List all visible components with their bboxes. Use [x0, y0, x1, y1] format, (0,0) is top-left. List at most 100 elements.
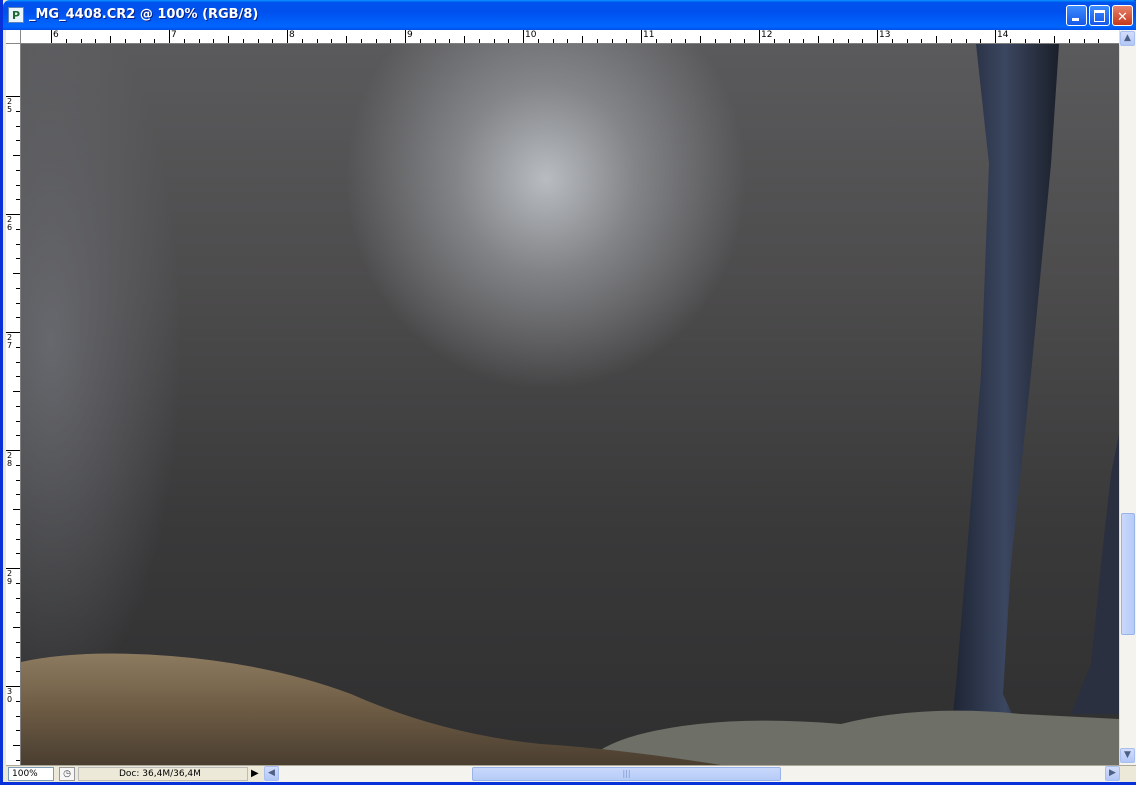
ruler-minor-tick	[1009, 39, 1011, 43]
ruler-minor-tick	[582, 36, 583, 43]
ruler-minor-tick	[729, 39, 731, 43]
ruler-minor-tick	[110, 36, 111, 43]
ruler-label: 26	[7, 215, 13, 232]
scroll-down-button[interactable]: ▼	[1120, 748, 1135, 763]
vertical-scroll-thumb[interactable]	[1121, 513, 1135, 635]
ruler-minor-tick	[16, 228, 20, 230]
ruler-label: 11	[643, 30, 655, 40]
ruler-minor-tick	[16, 641, 20, 643]
ruler-minor-tick	[16, 759, 20, 761]
ruler-minor-tick	[257, 39, 259, 43]
ruler-major-tick	[405, 30, 406, 43]
ruler-minor-tick	[1024, 39, 1026, 43]
ruler-minor-tick	[154, 39, 156, 43]
ruler-minor-tick	[13, 273, 20, 274]
image-canvas[interactable]	[21, 44, 1119, 765]
ruler-minor-tick	[16, 199, 20, 201]
ruler-minor-tick	[891, 39, 893, 43]
ruler-label: 27	[7, 333, 13, 350]
ruler-minor-tick	[980, 39, 982, 43]
title-bar[interactable]: P _MG_4408.CR2 @ 100% (RGB/8) ✕	[3, 0, 1136, 30]
ruler-label: 28	[7, 451, 13, 468]
ruler-minor-tick	[552, 39, 554, 43]
ruler-major-tick	[995, 30, 996, 43]
navigator-icon[interactable]: ◷	[59, 767, 75, 781]
close-button[interactable]: ✕	[1112, 5, 1133, 26]
ruler-minor-tick	[16, 302, 20, 304]
scroll-up-button[interactable]: ▲	[1120, 31, 1135, 46]
ruler-minor-tick	[818, 36, 819, 43]
ruler-minor-tick	[80, 39, 82, 43]
ruler-minor-tick	[16, 435, 20, 437]
ruler-minor-tick	[685, 39, 687, 43]
ruler-minor-tick	[16, 494, 20, 496]
ruler-minor-tick	[611, 39, 613, 43]
ruler-label: 12	[761, 30, 773, 40]
horizontal-scroll-thumb[interactable]: |||	[472, 767, 781, 781]
minimize-icon	[1072, 18, 1079, 21]
ruler-minor-tick	[360, 39, 362, 43]
scroll-right-button[interactable]: ▶	[1105, 766, 1120, 781]
ruler-minor-tick	[803, 39, 805, 43]
ruler-minor-tick	[950, 39, 952, 43]
ruler-minor-tick	[16, 169, 20, 171]
ruler-minor-tick	[1083, 39, 1085, 43]
ruler-minor-tick	[95, 39, 97, 43]
vertical-scrollbar[interactable]: ▲ ▼	[1119, 30, 1136, 765]
ruler-label: 25	[7, 97, 13, 114]
ruler-minor-tick	[773, 39, 775, 43]
ruler-minor-tick	[965, 39, 967, 43]
ruler-label: 9	[407, 30, 413, 40]
status-bar: 100% ◷ Doc: 36,4M/36,4M ▶ ◀ ||| ▶	[6, 765, 1136, 782]
ruler-minor-tick	[198, 39, 200, 43]
ruler-minor-tick	[16, 346, 20, 348]
ruler-minor-tick	[936, 36, 937, 43]
photoshop-document-icon[interactable]: P	[8, 7, 24, 23]
ruler-minor-tick	[13, 627, 20, 628]
ruler-minor-tick	[16, 420, 20, 422]
ruler-label: 8	[289, 30, 295, 40]
ruler-minor-tick	[670, 39, 672, 43]
ruler-label: 30	[7, 687, 13, 704]
scroll-left-button[interactable]: ◀	[264, 766, 279, 781]
ruler-minor-tick	[419, 39, 421, 43]
ruler-minor-tick	[16, 671, 20, 673]
ruler-minor-tick	[183, 39, 185, 43]
vertical-ruler[interactable]: 25 26 27 28 29 30	[6, 44, 21, 765]
ruler-minor-tick	[596, 39, 598, 43]
ruler-label: 10	[525, 30, 537, 40]
ruler-minor-tick	[16, 715, 20, 717]
ruler-minor-tick	[906, 39, 908, 43]
ruler-major-tick	[759, 30, 760, 43]
ruler-minor-tick	[16, 523, 20, 525]
close-icon: ✕	[1117, 10, 1128, 25]
ruler-minor-tick	[65, 39, 67, 43]
ruler-label: 14	[997, 30, 1009, 40]
ruler-minor-tick	[16, 405, 20, 407]
ruler-minor-tick	[744, 39, 746, 43]
horizontal-scrollbar[interactable]: ◀ ||| ▶	[264, 766, 1120, 782]
ruler-minor-tick	[16, 243, 20, 245]
ruler-minor-tick	[139, 39, 141, 43]
ruler-origin[interactable]	[6, 30, 21, 44]
maximize-button[interactable]	[1089, 5, 1110, 26]
ruler-label: 29	[7, 569, 13, 586]
ruler-major-tick	[51, 30, 52, 43]
ruler-minor-tick	[16, 184, 20, 186]
document-window: P _MG_4408.CR2 @ 100% (RGB/8) ✕ 6 7 8 9 10 11…	[0, 0, 1136, 785]
zoom-level-field[interactable]: 100%	[8, 767, 54, 781]
bird-leg	[951, 44, 1059, 734]
minimize-button[interactable]	[1066, 5, 1087, 26]
ruler-minor-tick	[13, 391, 20, 392]
status-menu-arrow[interactable]: ▶	[251, 767, 263, 781]
ruler-minor-tick	[1098, 39, 1100, 43]
ruler-minor-tick	[832, 39, 834, 43]
ruler-minor-tick	[16, 700, 20, 702]
photo-content	[21, 44, 1119, 765]
ruler-minor-tick	[124, 39, 126, 43]
ruler-minor-tick	[242, 39, 244, 43]
ruler-minor-tick	[16, 582, 20, 584]
horizontal-ruler[interactable]: 6 7 8 9 10 11 12 13 14	[21, 30, 1119, 44]
ruler-minor-tick	[1068, 39, 1070, 43]
ruler-minor-tick	[567, 39, 569, 43]
